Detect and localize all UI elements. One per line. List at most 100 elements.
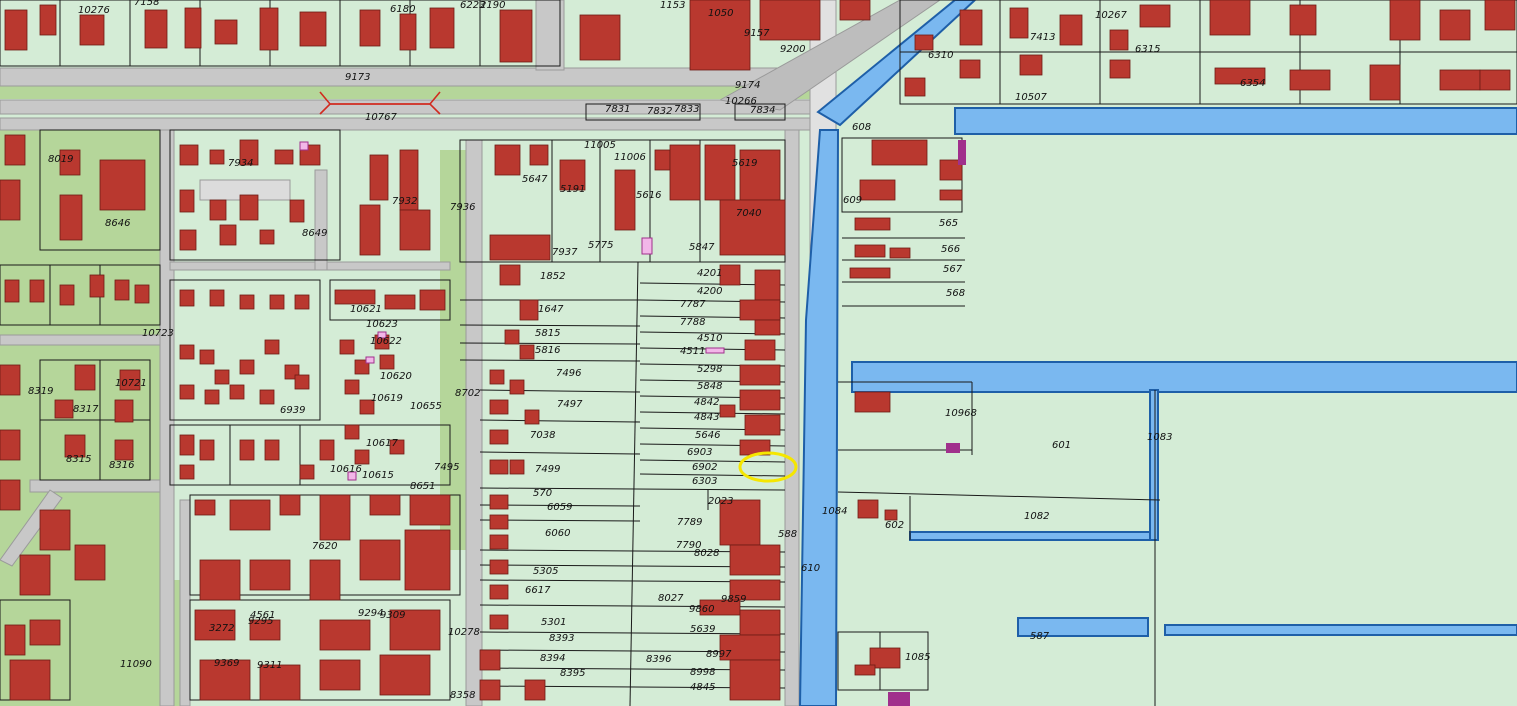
parcel-number-label: 8393 <box>549 633 574 644</box>
parcel-number-label: 7040 <box>736 208 761 219</box>
parcel-number-label: 7038 <box>530 430 555 441</box>
parcel-number-label: 10655 <box>410 401 442 412</box>
parcel-number-label: 10767 <box>365 112 397 123</box>
parcel-number-label: 5848 <box>697 381 722 392</box>
parcel-number-label: 10617 <box>366 438 398 449</box>
parcel-number-label: 8997 <box>706 649 732 660</box>
parcel-number-label: 10276 <box>78 5 110 16</box>
parcel-number-label: 5639 <box>690 624 715 635</box>
parcel-number-label: 2190 <box>480 0 505 11</box>
parcel-number-label: 6310 <box>928 50 953 61</box>
parcel-number-label: 9157 <box>744 28 770 39</box>
parcel-number-label: 609 <box>843 195 862 206</box>
parcel-number-label: 3272 <box>209 623 234 634</box>
parcel-number-label: 8019 <box>48 154 73 165</box>
parcel-number-label: 7620 <box>312 541 337 552</box>
cadastral-map[interactable]: 1027671586180 62232190 1153105091579200102… <box>0 0 1517 706</box>
parcel-number-label: 7499 <box>535 464 560 475</box>
parcel-number-label: 1852 <box>540 271 565 282</box>
parcel-number-label: 6354 <box>1240 78 1265 89</box>
parcel-number-label: 8316 <box>109 460 134 471</box>
parcel-number-label: 610 <box>801 563 820 574</box>
parcel-number-label: 1647 <box>538 304 564 315</box>
parcel-number-label: 8315 <box>66 454 91 465</box>
parcel-number-label: 1084 <box>822 506 847 517</box>
parcel-number-label: 6902 <box>692 462 717 473</box>
parcel-number-label: 10968 <box>945 408 977 419</box>
parcel-number-label: 10507 <box>1015 92 1047 103</box>
parcel-number-label: 4200 <box>697 286 722 297</box>
parcel-number-label: 9200 <box>780 44 805 55</box>
parcel-number-label: 7788 <box>680 317 705 328</box>
parcel-number-label: 5616 <box>636 190 661 201</box>
parcel-number-label: 10621 <box>350 304 382 315</box>
parcel-number-label: 10616 <box>330 464 362 475</box>
parcel-number-label: 5775 <box>588 240 613 251</box>
parcel-number-label: 7787 <box>680 299 706 310</box>
parcel-number-label: 9369 <box>214 658 239 669</box>
parcel-number-label: 5847 <box>689 242 715 253</box>
parcel-number-label: 2023 <box>708 496 733 507</box>
parcel-number-label: 601 <box>1052 440 1071 451</box>
parcel-number-label: 1085 <box>905 652 930 663</box>
parcel-number-label: 1082 <box>1024 511 1049 522</box>
parcel-number-label: 6315 <box>1135 44 1160 55</box>
parcel-number-label: 8028 <box>694 548 719 559</box>
parcel-number-label: 587 <box>1030 631 1050 642</box>
parcel-number-label: 4510 <box>697 333 722 344</box>
parcel-number-label: 4842 <box>694 397 719 408</box>
parcel-number-label: 8998 <box>690 667 715 678</box>
parcel-number-label: 11006 <box>614 152 646 163</box>
parcel-number-label: 7831 <box>605 104 630 115</box>
parcel-number-label: 5619 <box>732 158 757 169</box>
parcel-number-label: 5815 <box>535 328 560 339</box>
parcel-number-label: 10623 <box>366 319 398 330</box>
parcel-number-label: 8319 <box>28 386 53 397</box>
parcel-number-label: 10723 <box>142 328 174 339</box>
parcel-number-label: 7932 <box>392 196 417 207</box>
parcel-number-label: 6939 <box>280 405 305 416</box>
parcel-number-label: 5305 <box>533 566 558 577</box>
parcel-number-label: 588 <box>778 529 797 540</box>
parcel-number-label: 6617 <box>525 585 551 596</box>
parcel-number-label: 7158 <box>134 0 159 8</box>
parcel-number-label: 9309 <box>380 610 405 621</box>
parcel-number-label: 8027 <box>658 593 684 604</box>
parcel-number-label: 10267 <box>1095 10 1127 21</box>
parcel-number-label: 9860 <box>689 604 714 615</box>
parcel-number-label: 4201 <box>697 268 722 279</box>
parcel-number-label: 7934 <box>228 158 253 169</box>
parcel-number-label: 602 <box>885 520 904 531</box>
parcel-number-label: 7413 <box>1030 32 1055 43</box>
parcel-number-label: 5301 <box>541 617 566 628</box>
parcel-number-label: 6303 <box>692 476 717 487</box>
parcel-number-label: 570 <box>533 488 552 499</box>
parcel-number-label: 6060 <box>545 528 570 539</box>
parcel-number-label: 1153 <box>660 0 685 11</box>
parcel-number-label: 9859 <box>721 594 746 605</box>
parcel-number-label: 567 <box>943 264 963 275</box>
parcel-number-label: 7832 <box>647 106 672 117</box>
parcel-number-label: 10615 <box>362 470 394 481</box>
parcel-number-label: 7497 <box>557 399 583 410</box>
parcel-number-label: 10620 <box>380 371 412 382</box>
parcel-number-label: 8646 <box>105 218 130 229</box>
parcel-number-label: 9295 <box>248 616 273 627</box>
parcel-number-label: 8702 <box>455 388 480 399</box>
parcel-number-label: 5646 <box>695 430 720 441</box>
parcel-number-label: 8358 <box>450 690 475 701</box>
parcel-number-label: 8395 <box>560 668 585 679</box>
parcel-number-label: 5191 <box>560 184 585 195</box>
parcel-number-label: 8651 <box>410 481 435 492</box>
parcel-number-label: 7937 <box>552 247 578 258</box>
parcel-number-label: 7496 <box>556 368 581 379</box>
parcel-number-label: 5816 <box>535 345 560 356</box>
parcel-number-label: 7789 <box>677 517 702 528</box>
parcel-number-label: 9311 <box>257 660 282 671</box>
parcel-number-label: 7936 <box>450 202 475 213</box>
parcel-number-label: 4511 <box>680 346 705 357</box>
parcel-number-label: 10619 <box>371 393 403 404</box>
parcel-number-label: 1050 <box>708 8 733 19</box>
parcel-number-label: 608 <box>852 122 871 133</box>
parcel-number-label: 7834 <box>750 105 775 116</box>
